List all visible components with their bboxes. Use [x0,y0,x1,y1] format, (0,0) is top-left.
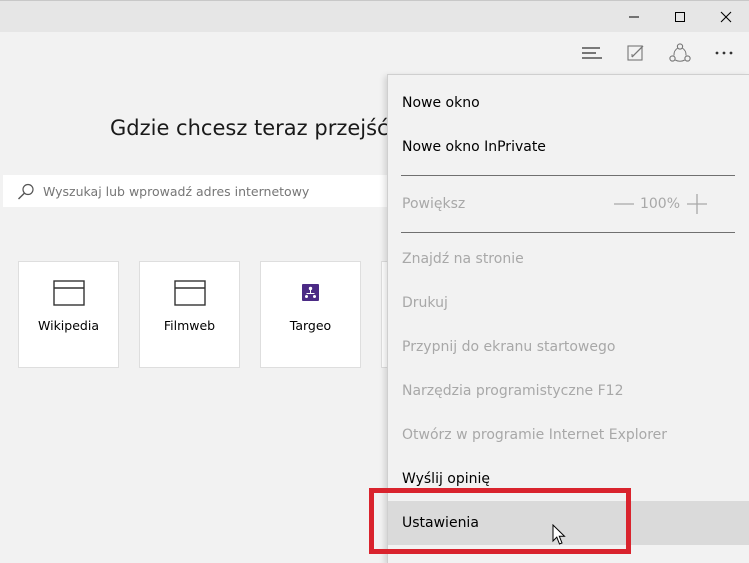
menu-find-on-page[interactable]: Znajdź na stronie [388,237,749,281]
menu-item-label: Nowe okno [402,95,480,111]
share-button[interactable] [658,32,702,74]
web-note-icon [627,45,644,61]
search-icon [17,183,35,205]
maximize-icon [675,12,685,22]
plus-icon [687,194,707,214]
tile-filmweb[interactable]: Filmweb [139,261,240,368]
share-icon [669,43,691,62]
zoom-control: 100% [612,182,710,226]
minus-icon [614,203,634,205]
highlight-annotation [369,488,631,554]
menu-print[interactable]: Drukuj [388,281,749,325]
menu-item-label: Drukuj [402,295,448,311]
tile-label: Wikipedia [38,318,99,333]
tile-targeo[interactable]: Targeo [260,261,361,368]
menu-item-label: Nowe okno InPrivate [402,139,546,155]
zoom-in-button[interactable] [684,194,710,214]
page-title: Gdzie chcesz teraz przejść? [110,116,400,140]
menu-zoom: Powiększ 100% [388,182,749,226]
menu-item-label: Przypnij do ekranu startowego [402,339,616,355]
title-bar [0,0,749,32]
search-box[interactable] [3,175,393,207]
menu-item-label: Znajdź na stronie [402,251,524,267]
hub-icon [582,47,602,59]
tile-wikipedia[interactable]: Wikipedia [18,261,119,368]
menu-item-label: Narzędzia programistyczne F12 [402,383,624,399]
more-button[interactable] [702,32,746,74]
menu-divider [401,175,735,176]
close-icon [720,11,732,23]
hub-button[interactable] [570,32,614,74]
search-input[interactable] [43,175,383,207]
menu-new-window[interactable]: Nowe okno [388,81,749,125]
tile-label: Targeo [289,318,332,333]
menu-item-label: Wyślij opinię [402,471,491,487]
more-icon [715,51,733,55]
menu-divider [401,232,735,233]
window-icon [53,280,85,310]
tile-label: Filmweb [163,318,216,333]
mouse-cursor-icon [552,524,566,545]
browser-toolbar [0,32,749,74]
zoom-out-button[interactable] [612,203,636,205]
menu-open-with-ie[interactable]: Otwórz w programie Internet Explorer [388,413,749,457]
minimize-icon [629,16,639,18]
web-note-button[interactable] [614,32,658,74]
menu-pin-to-start[interactable]: Przypnij do ekranu startowego [388,325,749,369]
window-icon [174,280,206,310]
menu-item-label: Otwórz w programie Internet Explorer [402,427,668,443]
minimize-button[interactable] [611,1,657,33]
zoom-value: 100% [639,196,681,212]
close-button[interactable] [703,1,749,33]
menu-developer-tools[interactable]: Narzędzia programistyczne F12 [388,369,749,413]
menu-item-label: Powiększ [402,196,466,212]
maximize-button[interactable] [657,1,703,33]
targeo-logo-icon [302,284,319,305]
menu-new-inprivate-window[interactable]: Nowe okno InPrivate [388,125,749,169]
